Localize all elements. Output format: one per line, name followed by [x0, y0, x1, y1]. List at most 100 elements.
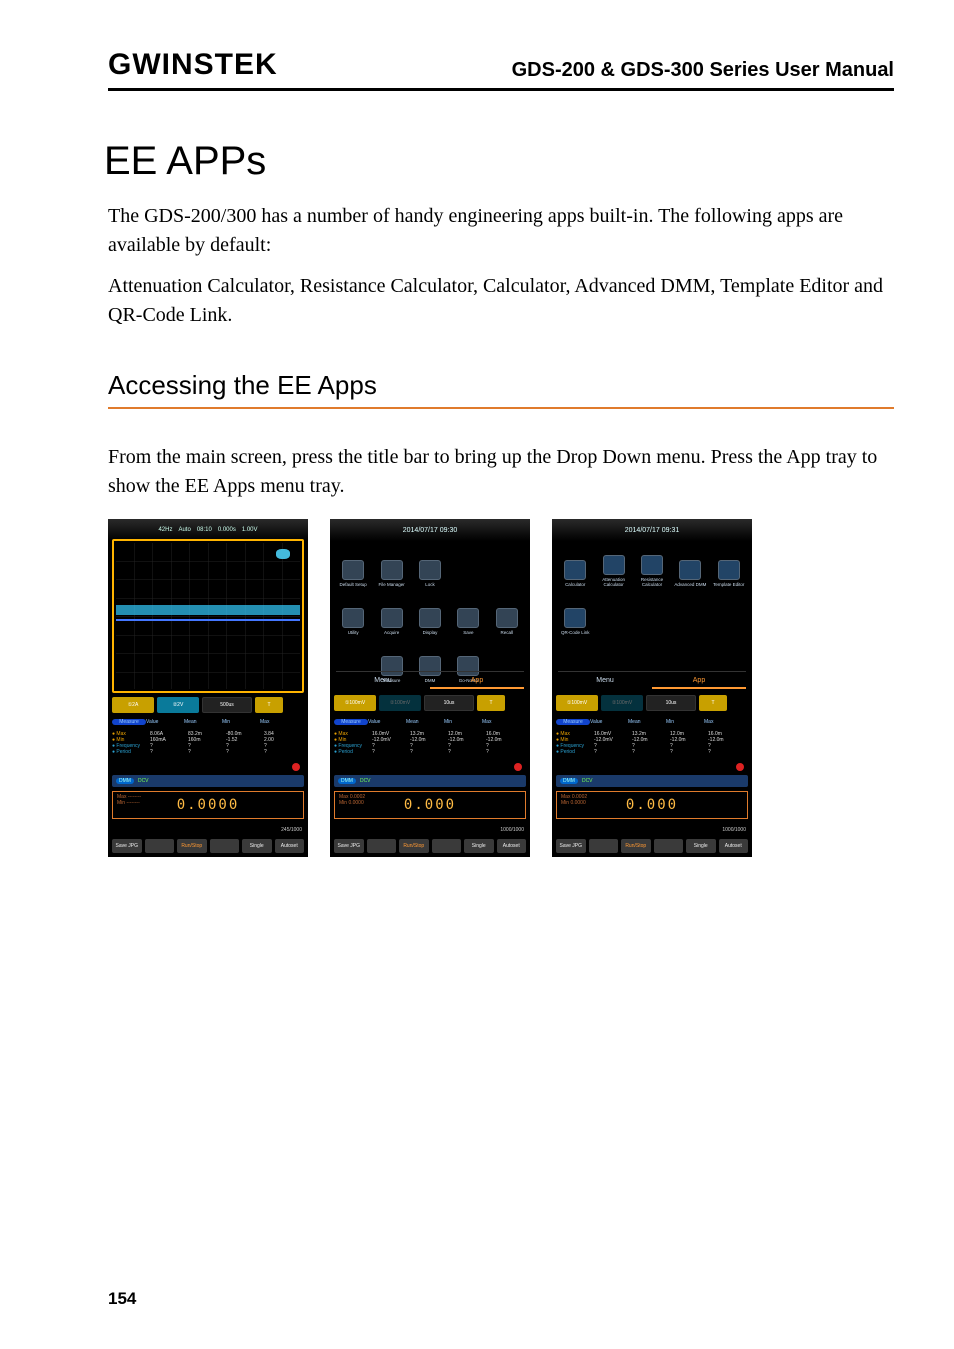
measure-header: Measure ValueMeanMinMax — [334, 719, 526, 725]
channel-row: ① 100mV ② 100mV 10us T — [334, 695, 526, 713]
trig-mode: Auto — [178, 527, 190, 533]
trigger-chip[interactable]: T — [699, 695, 727, 711]
tray-tabs: Menu App — [558, 671, 746, 689]
memory-counter: 245/1000 — [281, 827, 302, 833]
footer-bar: 1000/1000 Save JPG Run/Stop SingleAutoset — [330, 825, 530, 857]
dropdown-icon[interactable] — [276, 549, 290, 559]
record-icon[interactable] — [292, 763, 300, 771]
timestamp-bar[interactable]: 2014/07/17 09:31 — [552, 519, 752, 541]
footer-button[interactable]: Save JPG — [112, 839, 142, 853]
footer-button[interactable]: Autoset — [275, 839, 305, 853]
section-heading: Accessing the EE Apps — [108, 370, 894, 401]
footer-bar: 1000/1000 Save JPGRun/StopSingleAutoset — [552, 825, 752, 857]
footer-button[interactable]: Save JPG — [556, 839, 586, 853]
app-icon-grid: CalculatorAttenuation CalculatorResistan… — [558, 543, 746, 635]
timebase-chip[interactable]: 500us — [202, 697, 252, 713]
seven-segment: 0.0000 — [177, 797, 240, 813]
timebase-chip[interactable]: 10us — [646, 695, 696, 711]
document-title: GDS-200 & GDS-300 Series User Manual — [512, 59, 894, 82]
measure-badge[interactable]: Measure — [112, 719, 146, 725]
time-offset: 0.000s — [218, 527, 236, 533]
page-header: GWINSTEK GDS-200 & GDS-300 Series User M… — [108, 48, 894, 91]
footer-button[interactable] — [654, 839, 684, 853]
measure-header: Measure ValueMeanMinMax — [556, 719, 748, 725]
section-rule — [108, 407, 894, 409]
freq-readout: 42Hz — [158, 527, 172, 533]
ch2-chip[interactable]: ② 2V — [157, 697, 199, 713]
footer-button[interactable] — [367, 839, 397, 853]
ch1-chip[interactable]: ① 2A — [112, 697, 154, 713]
tray-icon[interactable]: Utility — [336, 591, 370, 635]
footer-button[interactable]: Save JPG — [334, 839, 364, 853]
dmm-bar[interactable]: DMM DCV — [556, 775, 748, 787]
measure-table: ● Max8.06A83.2m-80.0m3.84● Min160mA160m-… — [112, 731, 304, 755]
intro-paragraph-2: Attenuation Calculator, Resistance Calcu… — [108, 272, 894, 330]
tray-tabs: Menu App — [336, 671, 524, 689]
ch1-chip[interactable]: ① 100mV — [556, 695, 598, 711]
menu-icon-grid: Default SetupFile ManagerLock UtilityAcqu… — [336, 543, 524, 683]
ch2-chip[interactable]: ② 100mV — [601, 695, 643, 711]
tab-menu[interactable]: Menu — [558, 671, 652, 689]
dmm-bar[interactable]: DMM DCV — [334, 775, 526, 787]
ch2-chip[interactable]: ② 100mV — [379, 695, 421, 711]
tab-app[interactable]: App — [652, 671, 746, 689]
tab-app[interactable]: App — [430, 671, 524, 689]
footer-button[interactable]: Run/Stop — [399, 839, 429, 853]
tray-icon[interactable]: Lock — [413, 543, 447, 587]
footer-button[interactable]: Run/Stop — [621, 839, 651, 853]
page-number: 154 — [108, 1289, 136, 1309]
seven-segment: 0.000 — [626, 797, 678, 813]
tray-icon[interactable]: Template Editor — [712, 543, 746, 587]
tray-icon[interactable]: Acquire — [374, 591, 408, 635]
footer-button[interactable]: Single — [464, 839, 494, 853]
dmm-readout: Max 0.0002Min 0.0000 0.000 — [556, 791, 748, 819]
footer-button[interactable] — [589, 839, 619, 853]
measure-badge[interactable]: Measure — [334, 719, 368, 725]
tray-icon[interactable]: Display — [413, 591, 447, 635]
trigger-chip[interactable]: T — [477, 695, 505, 711]
main-heading: EE APPs — [104, 139, 894, 184]
ch1-chip[interactable]: ① 100mV — [334, 695, 376, 711]
tray-icon[interactable]: File Manager — [374, 543, 408, 587]
brand-logo: GWINSTEK — [108, 48, 278, 82]
footer-button[interactable] — [210, 839, 240, 853]
tray-icon[interactable]: Default Setup — [336, 543, 370, 587]
clock-readout: 08:10 — [197, 527, 212, 533]
timebase-chip[interactable]: 10us — [424, 695, 474, 711]
tray-icon[interactable]: Calculator — [558, 543, 592, 587]
measure-badge[interactable]: Measure — [556, 719, 590, 725]
tray-icon[interactable]: Advanced DMM — [673, 543, 707, 587]
record-icon[interactable] — [736, 763, 744, 771]
footer-button[interactable] — [145, 839, 175, 853]
tray-icon[interactable]: Attenuation Calculator — [596, 543, 630, 587]
seven-segment: 0.000 — [404, 797, 456, 813]
intro-paragraph-1: The GDS-200/300 has a number of handy en… — [108, 202, 894, 260]
channel-row: ① 2A ② 2V 500us T — [112, 697, 304, 715]
footer-button[interactable]: Autoset — [497, 839, 527, 853]
dmm-bar[interactable]: DMM DCV — [112, 775, 304, 787]
dmm-readout: Max --------Min -------- 0.0000 — [112, 791, 304, 819]
tray-icon[interactable]: Recall — [490, 591, 524, 635]
instruction-paragraph: From the main screen, press the title ba… — [108, 443, 894, 501]
screenshot-app-tray: 2014/07/17 09:31 CalculatorAttenuation C… — [552, 519, 752, 857]
tab-menu[interactable]: Menu — [336, 671, 430, 689]
footer-button[interactable]: Single — [686, 839, 716, 853]
footer-button[interactable] — [432, 839, 462, 853]
title-bar-highlight — [112, 539, 304, 693]
dmm-readout: Max 0.0002Min 0.0000 0.000 — [334, 791, 526, 819]
trigger-chip[interactable]: T — [255, 697, 283, 713]
trig-level: 1.00V — [242, 527, 258, 533]
footer-button[interactable]: Run/Stop — [177, 839, 207, 853]
timestamp-bar[interactable]: 2014/07/17 09:30 — [330, 519, 530, 541]
memory-counter: 1000/1000 — [500, 827, 524, 833]
footer-button[interactable]: Autoset — [719, 839, 749, 853]
record-icon[interactable] — [514, 763, 522, 771]
screenshot-menu-tray: 2014/07/17 09:30 Default SetupFile Manag… — [330, 519, 530, 857]
footer-bar: 245/1000 Save JPG Run/Stop SingleAutoset — [108, 825, 308, 857]
footer-button[interactable]: Single — [242, 839, 272, 853]
scope-title-bar[interactable]: 42Hz Auto 08:10 0.000s 1.00V — [108, 519, 308, 541]
measure-table: ● Max16.0mV13.2m12.0m16.0m● Min-12.0mV-1… — [334, 731, 526, 755]
tray-icon[interactable]: QR-Code Link — [558, 591, 592, 635]
tray-icon[interactable]: Resistance Calculator — [635, 543, 669, 587]
tray-icon[interactable]: Save — [451, 591, 485, 635]
